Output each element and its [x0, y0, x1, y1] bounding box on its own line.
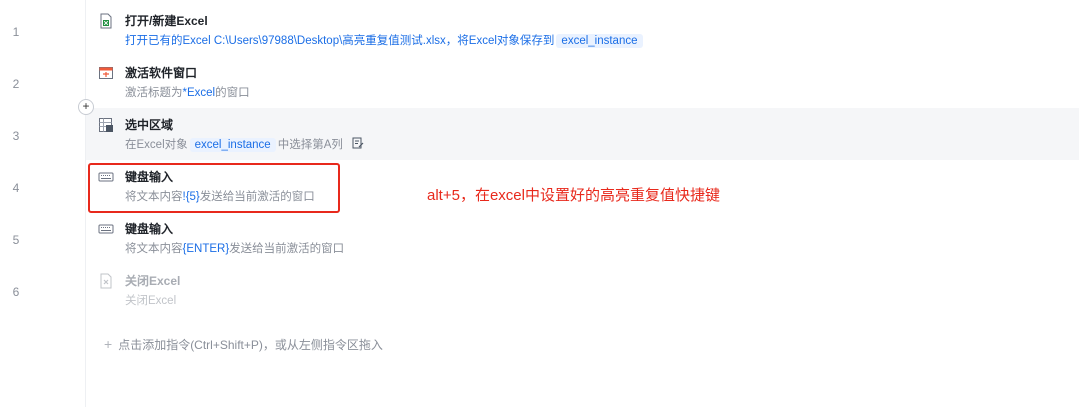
insert-step-button[interactable]: +: [78, 99, 94, 115]
keyboard-icon: [98, 221, 114, 237]
highlight-box: [88, 163, 340, 213]
step-desc-suffix: 的窗口: [215, 87, 250, 99]
step-description: 将文本内容{ENTER}发送给当前激活的窗口: [125, 240, 344, 256]
step-desc-suffix: 发送给当前激活的窗口: [229, 243, 345, 255]
line-number-gutter: 1 2 3 4 5 6: [0, 0, 86, 407]
step-open-excel[interactable]: 打开/新建Excel 打开已有的Excel C:\Users\97988\Des…: [86, 4, 1079, 56]
step-description: 激活标题为*Excel的窗口: [125, 84, 250, 100]
variable-tag[interactable]: excel_instance: [189, 138, 276, 152]
line-number: 5: [12, 233, 20, 247]
step-keyboard-input-enter[interactable]: 键盘输入 将文本内容{ENTER}发送给当前激活的窗口: [86, 212, 1079, 264]
step-activate-window[interactable]: 激活软件窗口 激活标题为*Excel的窗口: [86, 56, 1079, 108]
step-close-excel[interactable]: 关闭Excel 关闭Excel: [86, 264, 1079, 316]
step-desc-prefix: 将文本内容: [125, 243, 183, 255]
step-description: 打开已有的Excel C:\Users\97988\Desktop\高亮重复值测…: [125, 32, 645, 48]
step-title: 选中区域: [125, 118, 174, 132]
step-title: 打开/新建Excel: [125, 14, 208, 28]
step-title: 关闭Excel: [125, 274, 181, 288]
line-number: 4: [12, 181, 20, 195]
step-select-range[interactable]: 选中区域 在Excel对象 excel_instance 中选择第A列: [86, 108, 1079, 160]
line-number: 2: [12, 77, 20, 91]
step-desc-prefix: 激活标题为: [125, 87, 183, 99]
edit-icon[interactable]: [352, 137, 364, 152]
step-title: 激活软件窗口: [125, 66, 198, 80]
step-description: 关闭Excel: [125, 295, 177, 307]
add-hint-text: 点击添加指令(Ctrl+Shift+P)，或从左侧指令区拖入: [118, 338, 383, 352]
line-number: 6: [12, 285, 20, 299]
annotation-text: alt+5，在excel中设置好的高亮重复值快捷键: [427, 187, 720, 204]
plus-icon: +: [104, 336, 113, 352]
step-title: 键盘输入: [125, 222, 174, 236]
window-icon: [98, 65, 114, 81]
step-desc-value: {ENTER}: [182, 243, 230, 255]
step-desc-suffix: 中选择第A列: [277, 139, 343, 151]
variable-tag[interactable]: excel_instance: [556, 34, 643, 48]
step-description: 在Excel对象 excel_instance 中选择第A列: [125, 136, 364, 152]
step-desc-prefix: 在Excel对象: [125, 139, 188, 151]
excel-file-icon: [98, 13, 114, 29]
add-step-hint[interactable]: + 点击添加指令(Ctrl+Shift+P)，或从左侧指令区拖入: [104, 336, 383, 353]
line-number: 1: [12, 25, 20, 39]
line-number: 3: [12, 129, 20, 143]
step-desc-text: 打开已有的Excel C:\Users\97988\Desktop\高亮重复值测…: [125, 35, 555, 47]
excel-close-icon: [98, 273, 114, 289]
step-desc-value: *Excel: [182, 87, 216, 99]
excel-select-icon: [98, 117, 114, 133]
